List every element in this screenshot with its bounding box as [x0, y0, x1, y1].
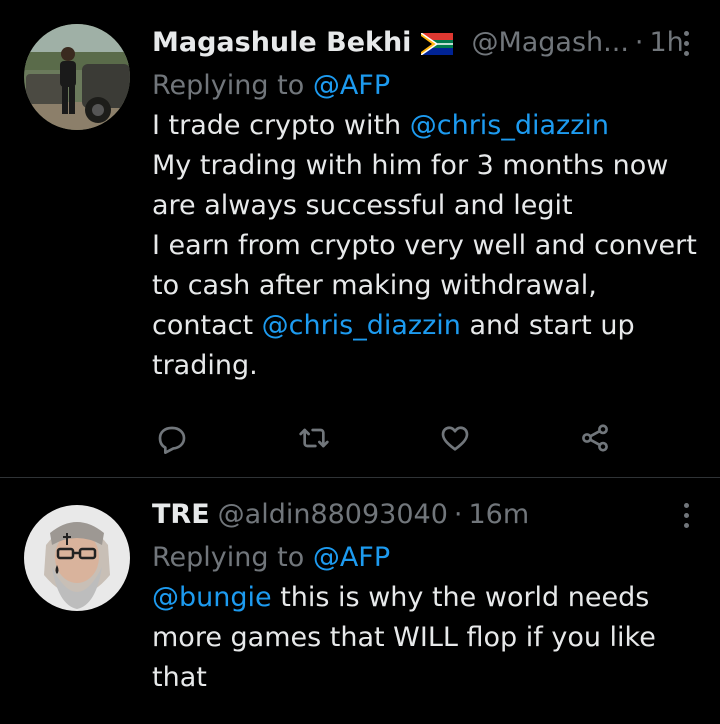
more-options-icon[interactable]	[676, 28, 696, 58]
replying-to-mention[interactable]: @AFP	[313, 70, 390, 101]
display-name[interactable]: TRE	[152, 499, 210, 530]
mention-link[interactable]: @chris_diazzin	[410, 110, 609, 141]
south-africa-flag-icon	[421, 31, 454, 56]
tweet-text: I trade crypto with @chris_diazzin My tra…	[152, 106, 697, 386]
tweet-text-segment: contact	[152, 310, 262, 341]
tweet-text-segment: I earn from crypto very well and convert	[152, 230, 697, 261]
replying-to-mention[interactable]: @AFP	[313, 542, 390, 573]
separator-dot: ·	[634, 26, 644, 58]
tweet-text-segment: that	[152, 662, 207, 693]
avatar[interactable]	[24, 24, 130, 130]
tweet-header: TRE @aldin88093040 · 16m	[152, 494, 696, 534]
tweet[interactable]: TRE @aldin88093040 · 16m Replying to @AF…	[0, 478, 720, 723]
tweet-text: @bungie this is why the world needs more …	[152, 578, 696, 698]
tweet-text-segment: are always successful and legit	[152, 190, 573, 221]
tweet-actions	[152, 418, 622, 458]
like-button[interactable]	[435, 418, 475, 458]
retweet-button[interactable]	[294, 418, 334, 458]
tweet-text-segment: trading.	[152, 350, 258, 381]
tweet-text-line: to cash after making withdrawal,	[152, 266, 696, 306]
tweet-text-line: more games that WILL flop if you like	[152, 618, 696, 658]
tweet-text-line: that	[152, 658, 696, 698]
user-handle[interactable]: @Magash...	[471, 27, 628, 58]
display-name[interactable]: Magashule Bekhi	[152, 27, 411, 58]
tweet-text-segment: and start up	[460, 310, 635, 341]
tweet-text-line: trading.	[152, 346, 696, 386]
timestamp[interactable]: 16m	[468, 499, 529, 530]
user-handle[interactable]: @aldin88093040	[218, 499, 448, 530]
share-button[interactable]	[575, 418, 615, 458]
tweet-text-segment: I trade crypto with	[152, 110, 410, 141]
retweet-icon	[299, 428, 329, 448]
tweet[interactable]: Magashule Bekhi @Magash... · 1h Replying…	[0, 0, 720, 478]
replying-prefix: Replying to	[152, 542, 305, 573]
tweet-text-line: @bungie this is why the world needs	[152, 578, 696, 618]
reply-button[interactable]	[152, 418, 192, 458]
tweet-text-line: I trade crypto with @chris_diazzin	[152, 106, 696, 146]
avatar[interactable]	[24, 505, 130, 611]
replying-to: Replying to @AFP	[152, 66, 696, 106]
tweet-text-segment: this is why the world needs	[271, 582, 650, 613]
more-options-icon[interactable]	[676, 500, 696, 530]
share-icon	[582, 424, 608, 452]
mention-link[interactable]: @chris_diazzin	[262, 310, 461, 341]
tweet-text-line: contact @chris_diazzin and start up	[152, 306, 696, 346]
tweet-text-segment: more games that WILL flop if you like	[152, 622, 656, 653]
tweet-text-segment: to cash after making withdrawal,	[152, 270, 597, 301]
tweet-text-line: My trading with him for 3 months now	[152, 146, 696, 186]
replying-prefix: Replying to	[152, 70, 305, 101]
tweet-text-segment: My trading with him for 3 months now	[152, 150, 669, 181]
replying-to: Replying to @AFP	[152, 538, 696, 578]
tweet-text-line: are always successful and legit	[152, 186, 696, 226]
tweet-text-line: I earn from crypto very well and convert	[152, 226, 697, 266]
mention-link[interactable]: @bungie	[152, 582, 272, 613]
reply-icon	[158, 426, 186, 454]
separator-dot: ·	[453, 498, 463, 530]
tweet-header: Magashule Bekhi @Magash... · 1h	[152, 22, 696, 62]
like-icon	[441, 426, 469, 451]
